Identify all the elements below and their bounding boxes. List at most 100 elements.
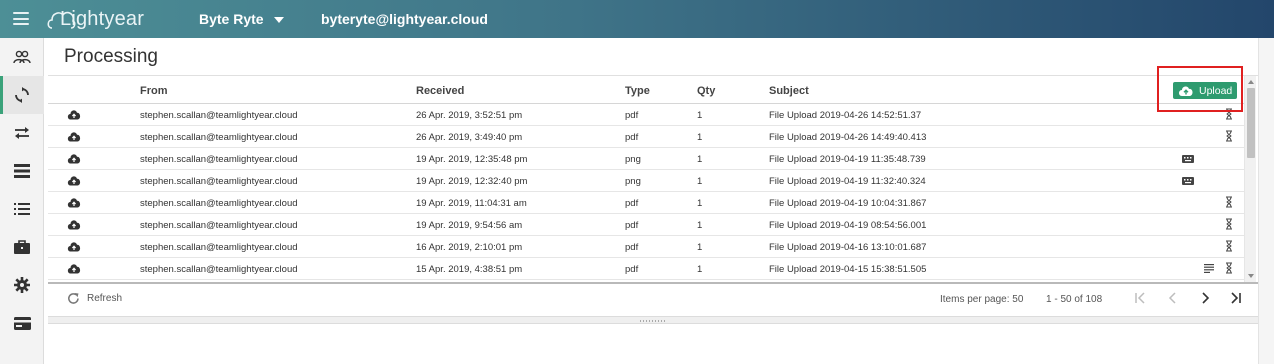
- cell-qty: 1: [697, 132, 703, 143]
- cloud-upload-icon[interactable]: [67, 219, 81, 230]
- cloud-upload-icon[interactable]: [67, 109, 81, 120]
- sidebar-item-checklist[interactable]: [0, 190, 44, 228]
- sidebar-item-processing[interactable]: [0, 76, 44, 114]
- cell-from: stephen.scallan@teamlightyear.cloud: [140, 110, 298, 121]
- pane-splitter[interactable]: [48, 316, 1258, 324]
- sidebar-item-briefcase[interactable]: [0, 228, 44, 266]
- refresh-icon: [68, 293, 79, 304]
- hourglass-icon[interactable]: [1225, 262, 1233, 274]
- cell-qty: 1: [697, 242, 703, 253]
- swap-arrows-icon: [15, 127, 29, 139]
- hourglass-icon[interactable]: [1225, 130, 1233, 142]
- scroll-up-arrow-icon[interactable]: [1248, 80, 1254, 84]
- hourglass-icon[interactable]: [1225, 240, 1233, 252]
- menu-icon[interactable]: [13, 12, 29, 25]
- cell-qty: 1: [697, 110, 703, 121]
- cloud-upload-icon[interactable]: [67, 153, 81, 164]
- hourglass-icon[interactable]: [1225, 196, 1233, 208]
- cloud-upload-icon[interactable]: [67, 241, 81, 252]
- cell-from: stephen.scallan@teamlightyear.cloud: [140, 132, 298, 143]
- cell-subject: File Upload 2019-04-26 14:52:51.37: [769, 110, 922, 121]
- cell-qty: 1: [697, 176, 703, 187]
- splitter-grip[interactable]: [640, 320, 666, 322]
- previous-page-icon[interactable]: [1166, 291, 1180, 305]
- cell-subject: File Upload 2019-04-19 08:54:56.001: [769, 220, 927, 231]
- table-row[interactable]: stephen.scallan@teamlightyear.cloud 26 Ap…: [48, 126, 1244, 148]
- cell-subject: File Upload 2019-04-26 14:49:40.413: [769, 132, 927, 143]
- table-row[interactable]: stephen.scallan@teamlightyear.cloud 26 Ap…: [48, 104, 1244, 126]
- upload-button-label: Upload: [1199, 84, 1233, 97]
- sidebar-item-users[interactable]: [0, 38, 44, 76]
- refresh-label: Refresh: [87, 293, 123, 304]
- cell-subject: File Upload 2019-04-19 11:32:40.324: [769, 176, 926, 187]
- cell-type: png: [625, 154, 641, 165]
- hourglass-icon[interactable]: [1225, 218, 1233, 230]
- cell-received: 16 Apr. 2019, 2:10:01 pm: [416, 242, 523, 253]
- table-row[interactable]: stephen.scallan@teamlightyear.cloud 19 Ap…: [48, 170, 1244, 192]
- table-row[interactable]: stephen.scallan@teamlightyear.cloud 19 Ap…: [48, 214, 1244, 236]
- logo-text: Lightyear: [60, 7, 145, 30]
- cell-received: 19 Apr. 2019, 12:32:40 pm: [416, 176, 528, 187]
- app-logo[interactable]: Lightyear: [46, 4, 144, 34]
- column-header-received[interactable]: Received: [416, 85, 464, 97]
- table-row[interactable]: stephen.scallan@teamlightyear.cloud 16 Ap…: [48, 236, 1244, 258]
- cell-received: 26 Apr. 2019, 3:52:51 pm: [416, 110, 523, 121]
- cell-received: 19 Apr. 2019, 12:35:48 pm: [416, 154, 528, 165]
- cell-type: pdf: [625, 242, 639, 253]
- hourglass-icon[interactable]: [1225, 108, 1233, 120]
- sidebar: [0, 38, 44, 364]
- scroll-thumb[interactable]: [1247, 88, 1255, 158]
- cell-qty: 1: [697, 198, 703, 209]
- cell-received: 15 Apr. 2019, 4:38:51 pm: [416, 264, 523, 275]
- list-stack-icon: [14, 164, 30, 178]
- top-app-bar: Lightyear Byte Ryte byteryte@lightyear.c…: [0, 0, 1274, 38]
- cell-type: pdf: [625, 132, 639, 143]
- first-page-icon[interactable]: [1133, 291, 1147, 305]
- items-per-page-select[interactable]: Items per page: 50: [940, 294, 1023, 305]
- cloud-upload-icon[interactable]: [67, 263, 81, 274]
- sidebar-item-transfers[interactable]: [0, 114, 44, 152]
- column-header-from[interactable]: From: [140, 85, 168, 97]
- cloud-upload-icon[interactable]: [67, 197, 81, 208]
- refresh-button[interactable]: Refresh: [67, 292, 122, 305]
- sidebar-item-billing[interactable]: [0, 304, 44, 342]
- org-switcher[interactable]: Byte Ryte: [199, 11, 284, 27]
- cloud-upload-icon[interactable]: [67, 175, 81, 186]
- column-header-qty[interactable]: Qty: [697, 85, 715, 97]
- pagination-range: 1 - 50 of 108: [1046, 294, 1103, 305]
- cell-received: 26 Apr. 2019, 3:49:40 pm: [416, 132, 523, 143]
- cell-subject: File Upload 2019-04-19 10:04:31.867: [769, 198, 927, 209]
- next-page-icon[interactable]: [1198, 291, 1212, 305]
- table-row[interactable]: stephen.scallan@teamlightyear.cloud 19 Ap…: [48, 192, 1244, 214]
- cell-subject: File Upload 2019-04-19 11:35:48.739: [769, 154, 926, 165]
- page-scrollbar[interactable]: [1258, 38, 1274, 364]
- last-page-icon[interactable]: [1229, 291, 1243, 305]
- bullet-list-icon: [14, 203, 30, 215]
- users-icon: [13, 50, 31, 64]
- table-scrollbar[interactable]: [1244, 76, 1256, 282]
- cell-type: pdf: [625, 110, 639, 121]
- cloud-upload-icon[interactable]: [67, 131, 81, 142]
- gear-icon: [14, 277, 30, 293]
- cell-type: pdf: [625, 198, 639, 209]
- cell-qty: 1: [697, 264, 703, 275]
- user-email: byteryte@lightyear.cloud: [321, 11, 488, 27]
- scroll-down-arrow-icon[interactable]: [1248, 274, 1254, 278]
- cell-type: pdf: [625, 264, 639, 275]
- main-content: Processing From Received Type Qty Subjec…: [48, 38, 1258, 364]
- sidebar-item-list[interactable]: [0, 152, 44, 190]
- notes-lines-icon[interactable]: [1204, 264, 1214, 273]
- table-row[interactable]: stephen.scallan@teamlightyear.cloud 15 Ap…: [48, 258, 1244, 280]
- upload-button[interactable]: Upload: [1173, 82, 1237, 99]
- keyboard-icon[interactable]: [1182, 175, 1194, 187]
- briefcase-icon: [14, 239, 30, 254]
- sidebar-item-settings[interactable]: [0, 266, 44, 304]
- keyboard-icon[interactable]: [1182, 153, 1194, 165]
- cell-from: stephen.scallan@teamlightyear.cloud: [140, 242, 298, 253]
- cloud-upload-icon: [1179, 86, 1193, 96]
- processing-table: From Received Type Qty Subject stephen.s…: [48, 76, 1244, 284]
- table-row[interactable]: stephen.scallan@teamlightyear.cloud 19 Ap…: [48, 148, 1244, 170]
- column-header-type[interactable]: Type: [625, 85, 650, 97]
- caret-down-icon: [273, 16, 284, 23]
- column-header-subject[interactable]: Subject: [769, 85, 809, 97]
